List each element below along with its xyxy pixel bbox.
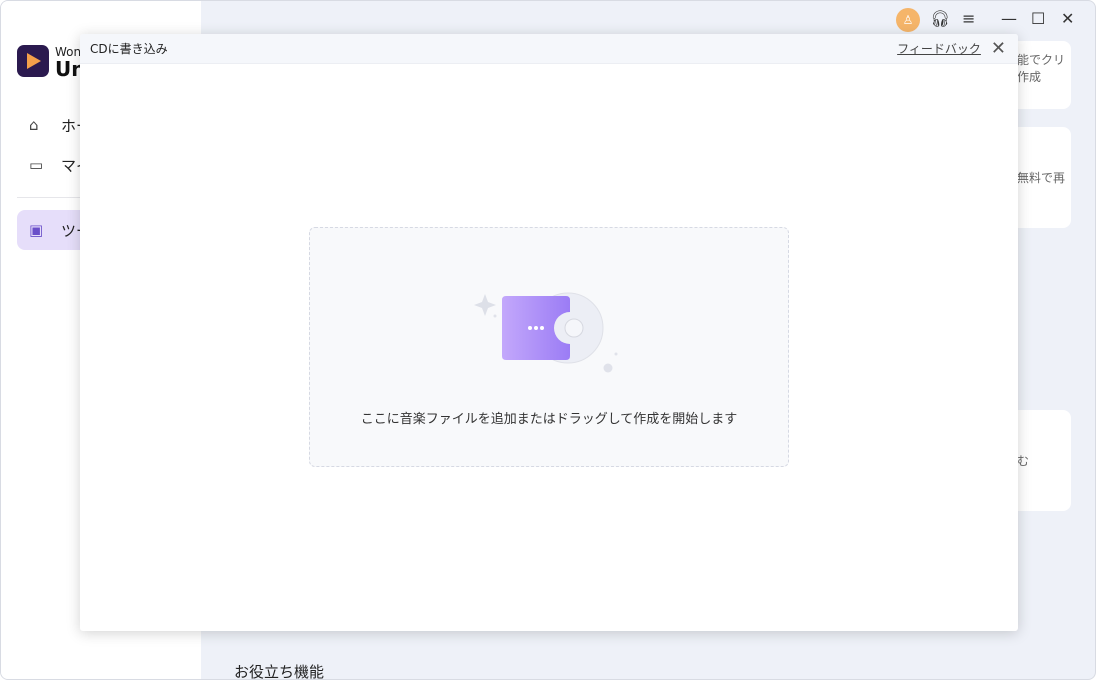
dialog-header: CDに書き込み フィードバック ✕ (80, 34, 1018, 64)
user-avatar-icon[interactable]: ♙ (896, 8, 920, 32)
drop-instruction: ここに音楽ファイルを追加またはドラッグして作成を開始します (360, 412, 738, 427)
feedback-link[interactable]: フィードバック (897, 40, 981, 57)
headset-icon[interactable]: 🎧︎ (930, 9, 950, 28)
minimize-icon[interactable]: — (1001, 9, 1017, 28)
menu-icon[interactable]: ≡ (962, 9, 975, 28)
burn-cd-dialog: CDに書き込み フィードバック ✕ ここに音楽ファイルを追加またはドラッグして作… (80, 34, 1018, 631)
dialog-title: CDに書き込み (90, 42, 168, 56)
cd-add-illustration (474, 292, 618, 373)
toolbox-icon: ▣ (29, 221, 44, 239)
close-icon[interactable]: ✕ (991, 38, 1006, 59)
section-title: お役立ち機能 (234, 663, 325, 680)
home-icon: ⌂ (29, 116, 39, 134)
drop-zone[interactable]: ここに音楽ファイルを追加またはドラッグして作成を開始します (309, 227, 789, 467)
close-icon[interactable]: ✕ (1061, 9, 1074, 28)
folder-icon: ▭ (29, 156, 44, 174)
maximize-icon[interactable]: ☐ (1031, 9, 1045, 28)
app-window: Won Un ⌂ ホー ▭ マイ ▣ ツー ♙ 🎧︎ ≡ — ☐ ✕ 能でクリ 作成 … (0, 0, 1096, 680)
app-logo (17, 45, 49, 77)
